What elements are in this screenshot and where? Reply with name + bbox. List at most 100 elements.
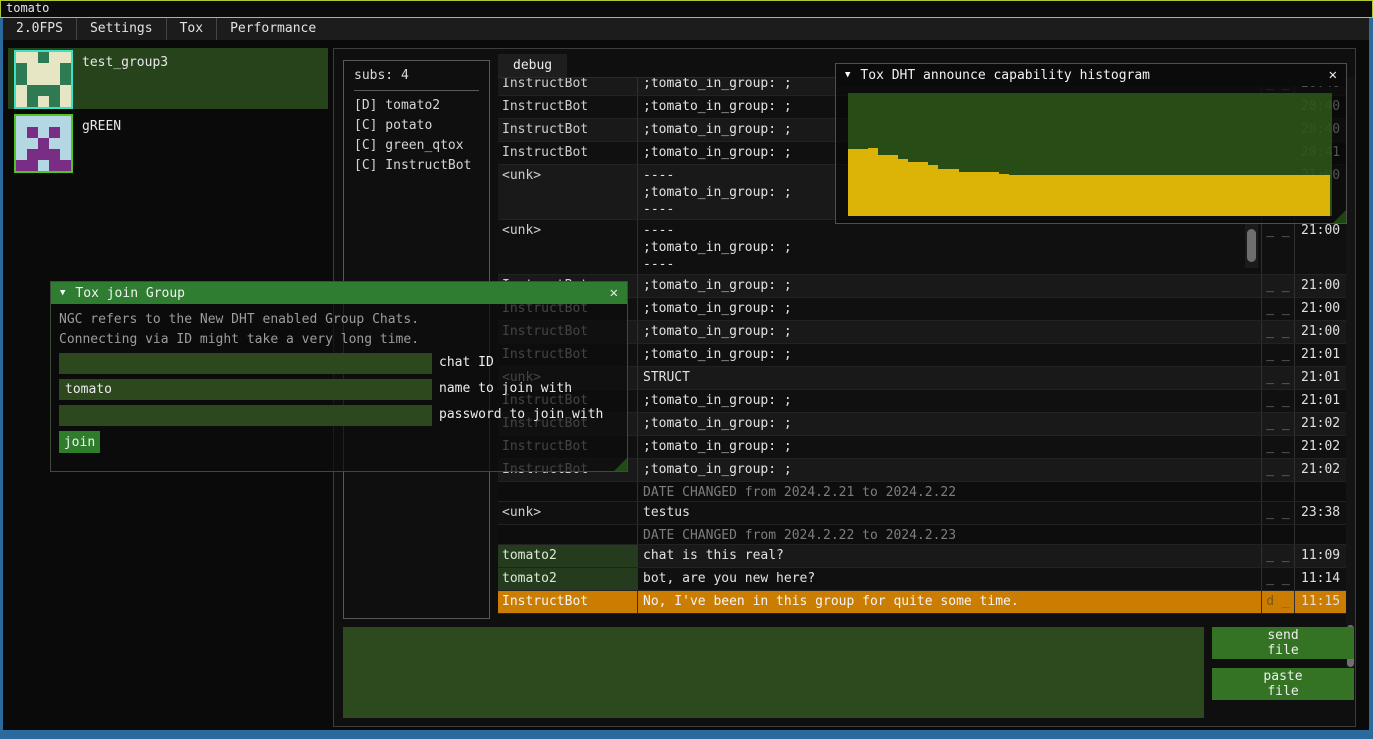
- receipt-cell: d _: [1261, 591, 1294, 613]
- chat-row[interactable]: tomato2bot, are you new here?_ _11:14: [498, 568, 1346, 591]
- avatar-pixel: [27, 63, 38, 74]
- avatar-pixel: [49, 52, 60, 63]
- window-title-bar[interactable]: tomato: [0, 0, 1373, 18]
- send-file-button[interactable]: send file: [1212, 627, 1354, 659]
- sender-cell: tomato2: [498, 545, 638, 567]
- avatar-pixel: [38, 52, 49, 63]
- avatar-pixel: [49, 74, 60, 85]
- avatar-pixel: [38, 96, 49, 107]
- close-icon[interactable]: ✕: [610, 282, 618, 304]
- histogram-bar: [938, 169, 948, 216]
- paste-file-button[interactable]: paste file: [1212, 668, 1354, 700]
- chat-id-field[interactable]: [59, 353, 432, 374]
- receipt-cell: _ _: [1261, 459, 1294, 481]
- histogram-bar: [959, 172, 969, 216]
- member-item-instructbot[interactable]: [C] InstructBot: [344, 156, 489, 176]
- chat-row[interactable]: InstructBotNo, I've been in this group f…: [498, 591, 1346, 614]
- histogram-bar: [878, 155, 888, 217]
- avatar-pixel: [16, 138, 27, 149]
- close-icon[interactable]: ✕: [1329, 64, 1337, 86]
- avatar-pixel: [27, 96, 38, 107]
- receipt-cell: _ _: [1261, 275, 1294, 297]
- histogram-body: [836, 86, 1346, 223]
- member-item-green_qtox[interactable]: [C] green_qtox: [344, 136, 489, 156]
- menu-bar: 2.0FPSSettingsToxPerformance: [3, 18, 1369, 40]
- resize-grip[interactable]: [614, 458, 627, 471]
- member-item-tomato2[interactable]: [D] tomato2: [344, 96, 489, 116]
- receipt-cell: _ _: [1261, 568, 1294, 590]
- message-cell: ;tomato_in_group: ;: [638, 390, 1261, 412]
- window-edge-left: [0, 17, 3, 739]
- histogram-bar: [1099, 175, 1109, 216]
- receipt-cell: _ _: [1261, 545, 1294, 567]
- chat-date-row: DATE CHANGED from 2024.2.21 to 2024.2.22: [498, 482, 1346, 502]
- menu-item-performance[interactable]: Performance: [217, 18, 329, 40]
- avatar-pixel: [60, 96, 71, 107]
- avatar-pixel: [49, 85, 60, 96]
- histogram-bar: [1149, 175, 1159, 216]
- avatar-pixel: [27, 149, 38, 160]
- histogram-bar: [898, 159, 908, 216]
- avatar-pixel: [38, 85, 49, 96]
- sidebar-item-test_group3[interactable]: test_group3: [8, 48, 328, 109]
- message-input[interactable]: [343, 627, 1204, 718]
- histogram-bar: [868, 148, 878, 216]
- message-cell: DATE CHANGED from 2024.2.21 to 2024.2.22: [638, 482, 1261, 501]
- member-item-potato[interactable]: [C] potato: [344, 116, 489, 136]
- histogram-bar: [858, 149, 868, 216]
- avatar-pixel: [38, 127, 49, 138]
- join-group-titlebar[interactable]: ▼ Tox join Group ✕: [51, 282, 627, 304]
- avatar-pixel: [38, 74, 49, 85]
- timestamp-cell: 21:02: [1294, 413, 1346, 435]
- receipt-cell: [1261, 525, 1294, 544]
- message-cell: STRUCT: [638, 367, 1261, 389]
- avatar-pixel: [27, 116, 38, 127]
- histogram-plot: [848, 93, 1332, 216]
- chat-row[interactable]: tomato2chat is this real?_ _11:09: [498, 545, 1346, 568]
- histogram-bar: [888, 155, 898, 217]
- message-scrollbar-thumb[interactable]: [1247, 229, 1256, 262]
- histogram-bar: [1230, 175, 1240, 216]
- receipt-cell: _ _: [1261, 502, 1294, 524]
- sender-cell: InstructBot: [498, 96, 638, 118]
- histogram-bar: [1300, 175, 1310, 216]
- collapse-icon[interactable]: ▼: [60, 282, 65, 304]
- avatar-pixel: [27, 138, 38, 149]
- message-cell: ;tomato_in_group: ;: [638, 436, 1261, 458]
- histogram-bar: [928, 165, 938, 216]
- join-name-label: name to join with: [439, 381, 572, 396]
- sidebar-item-green[interactable]: gREEN: [8, 112, 328, 173]
- resize-grip[interactable]: [1333, 210, 1346, 223]
- histogram-bar: [1280, 175, 1290, 216]
- chat-scrollbar[interactable]: [1346, 77, 1355, 672]
- receipt-cell: [1261, 482, 1294, 501]
- timestamp-cell: 23:38: [1294, 502, 1346, 524]
- message-cell: ;tomato_in_group: ;: [638, 275, 1261, 297]
- histogram-bar: [908, 162, 918, 216]
- avatar-pixel: [49, 160, 60, 171]
- join-password-field[interactable]: [59, 405, 432, 426]
- message-scrollbar[interactable]: [1245, 224, 1258, 268]
- chat-row[interactable]: <unk>---- ;tomato_in_group: ; ----_ _21:…: [498, 220, 1346, 275]
- chat-row[interactable]: <unk>testus_ _23:38: [498, 502, 1346, 525]
- histogram-bar: [1009, 175, 1019, 216]
- timestamp-cell: 11:09: [1294, 545, 1346, 567]
- avatar-pixel: [60, 149, 71, 160]
- tab-debug[interactable]: debug: [498, 54, 567, 77]
- avatar-pixel: [49, 127, 60, 138]
- avatar-pixel: [16, 149, 27, 160]
- avatar-pixel: [60, 138, 71, 149]
- collapse-icon[interactable]: ▼: [845, 64, 850, 86]
- timestamp-cell: 21:02: [1294, 459, 1346, 481]
- avatar-pixel: [27, 127, 38, 138]
- histogram-titlebar[interactable]: ▼ Tox DHT announce capability histogram …: [836, 64, 1346, 86]
- histogram-bar: [1290, 175, 1300, 216]
- receipt-cell: _ _: [1261, 220, 1294, 274]
- menu-item-tox[interactable]: Tox: [167, 18, 216, 40]
- join-button[interactable]: join: [59, 431, 100, 453]
- join-name-field[interactable]: [59, 379, 432, 400]
- histogram-bar: [999, 174, 1009, 216]
- menu-item-settings[interactable]: Settings: [77, 18, 166, 40]
- histogram-bar: [1180, 175, 1190, 216]
- histogram-bar: [1270, 175, 1280, 216]
